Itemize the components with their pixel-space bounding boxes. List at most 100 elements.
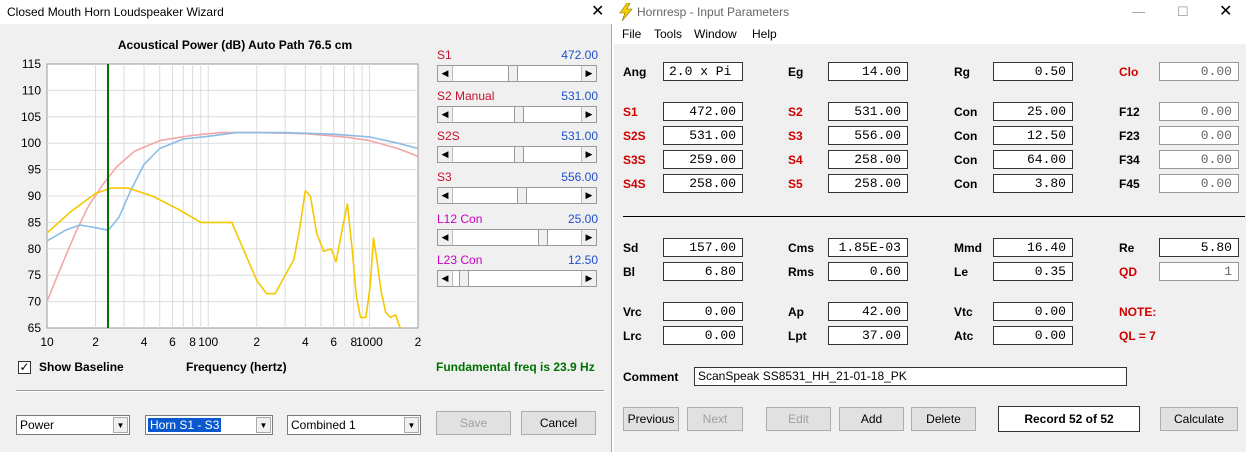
param-label: F34 [1119, 153, 1140, 167]
scroll-left-icon[interactable]: ◀ [438, 230, 453, 245]
slider-value: 556.00 [561, 170, 598, 184]
scroll-left-icon[interactable]: ◀ [438, 66, 453, 81]
param-input[interactable]: 5.80 [1159, 238, 1239, 257]
param-input[interactable]: 259.00 [663, 150, 743, 169]
slider-scrollbar[interactable]: ◀ ▶ [437, 65, 597, 82]
scroll-right-icon[interactable]: ▶ [581, 271, 596, 286]
menu-tools[interactable]: Tools [654, 27, 682, 41]
x-tick-label: 2 [415, 335, 422, 349]
next-button[interactable]: Next [687, 407, 743, 431]
param-input[interactable]: 14.00 [828, 62, 908, 81]
minimize-icon[interactable]: — [1132, 4, 1145, 19]
param-label: F45 [1119, 177, 1140, 191]
param-label: Vtc [954, 305, 973, 319]
slider-scrollbar[interactable]: ◀ ▶ [437, 229, 597, 246]
y-tick-label: 90 [28, 189, 42, 203]
param-input[interactable]: 258.00 [663, 174, 743, 193]
param-input[interactable]: 531.00 [663, 126, 743, 145]
param-input[interactable]: 64.00 [993, 150, 1073, 169]
lightning-bolt-icon [619, 3, 633, 21]
param-input[interactable]: 531.00 [828, 102, 908, 121]
param-input[interactable]: 258.00 [828, 150, 908, 169]
slider-thumb[interactable] [516, 188, 527, 203]
scroll-right-icon[interactable]: ▶ [581, 66, 596, 81]
scroll-left-icon[interactable]: ◀ [438, 107, 453, 122]
slider-thumb[interactable] [514, 147, 525, 162]
param-input[interactable]: 0.00 [1159, 174, 1239, 193]
slider-thumb[interactable] [458, 271, 469, 286]
menu-help[interactable]: Help [752, 27, 777, 41]
param-input[interactable]: 6.80 [663, 262, 743, 281]
param-input[interactable]: 0.00 [663, 326, 743, 345]
param-input[interactable]: 0.35 [993, 262, 1073, 281]
param-input[interactable]: 0.00 [663, 302, 743, 321]
param-input[interactable]: 0.00 [1159, 62, 1239, 81]
maximize-icon[interactable]: ☐ [1177, 4, 1189, 20]
chevron-down-icon[interactable]: ▼ [404, 417, 419, 433]
show-baseline-label: Show Baseline [39, 360, 124, 374]
slider-scrollbar[interactable]: ◀ ▶ [437, 187, 597, 204]
slider-scrollbar[interactable]: ◀ ▶ [437, 270, 597, 287]
param-input[interactable]: 2.0 x Pi [663, 62, 743, 81]
y-tick-label: 105 [21, 110, 41, 124]
combination-select[interactable]: Combined 1 ▼ [287, 415, 421, 435]
param-input[interactable]: 16.40 [993, 238, 1073, 257]
param-input[interactable]: 1 [1159, 262, 1239, 281]
param-label: S1 [623, 105, 638, 119]
param-input[interactable]: 0.00 [993, 302, 1073, 321]
chevron-down-icon[interactable]: ▼ [113, 417, 128, 433]
slider-scrollbar[interactable]: ◀ ▶ [437, 106, 597, 123]
comment-input[interactable]: ScanSpeak SS8531_HH_21-01-18_PK [694, 367, 1127, 386]
scroll-left-icon[interactable]: ◀ [438, 188, 453, 203]
param-input[interactable]: 258.00 [828, 174, 908, 193]
output-type-select[interactable]: Power ▼ [16, 415, 130, 435]
param-input[interactable]: 12.50 [993, 126, 1073, 145]
param-input[interactable]: 556.00 [828, 126, 908, 145]
slider-thumb[interactable] [508, 66, 519, 81]
slider-value: 12.50 [567, 253, 598, 267]
cancel-button[interactable]: Cancel [521, 411, 596, 435]
param-label: Sd [623, 241, 639, 255]
add-button[interactable]: Add [839, 407, 904, 431]
menu-file[interactable]: File [622, 27, 641, 41]
menu-window[interactable]: Window [694, 27, 737, 41]
scroll-right-icon[interactable]: ▶ [581, 230, 596, 245]
param-input[interactable]: 0.00 [1159, 102, 1239, 121]
param-input[interactable]: 0.00 [993, 326, 1073, 345]
scroll-right-icon[interactable]: ▶ [581, 147, 596, 162]
calculate-button[interactable]: Calculate [1160, 407, 1238, 431]
scroll-right-icon[interactable]: ▶ [581, 107, 596, 122]
scroll-left-icon[interactable]: ◀ [438, 147, 453, 162]
slider-scrollbar[interactable]: ◀ ▶ [437, 146, 597, 163]
slider-thumb[interactable] [537, 230, 548, 245]
wizard-close-button[interactable]: ✕ [591, 4, 604, 20]
scroll-right-icon[interactable]: ▶ [581, 188, 596, 203]
previous-button[interactable]: Previous [623, 407, 679, 431]
param-input[interactable]: 1.85E-03 [828, 238, 908, 257]
param-input[interactable]: 0.00 [1159, 150, 1239, 169]
param-label: Clo [1119, 65, 1139, 79]
param-input[interactable]: 0.60 [828, 262, 908, 281]
param-input[interactable]: 472.00 [663, 102, 743, 121]
slider-thumb[interactable] [514, 107, 525, 122]
param-input[interactable]: 42.00 [828, 302, 908, 321]
menu-bar: File Tools Window Help [614, 24, 1246, 44]
x-tick-label: 8 [189, 335, 196, 349]
save-button[interactable]: Save [436, 411, 511, 435]
chevron-down-icon[interactable]: ▼ [256, 417, 271, 433]
horn-segment-select[interactable]: Horn S1 - S3 ▼ [145, 415, 273, 435]
param-label: Con [954, 105, 978, 119]
param-input[interactable]: 157.00 [663, 238, 743, 257]
param-input[interactable]: 25.00 [993, 102, 1073, 121]
checkbox-box[interactable]: ✓ [18, 361, 31, 374]
param-input[interactable]: 0.00 [1159, 126, 1239, 145]
scroll-left-icon[interactable]: ◀ [438, 271, 453, 286]
param-input[interactable]: 0.50 [993, 62, 1073, 81]
delete-button[interactable]: Delete [911, 407, 976, 431]
param-input[interactable]: 37.00 [828, 326, 908, 345]
param-input[interactable]: 3.80 [993, 174, 1073, 193]
edit-button[interactable]: Edit [766, 407, 831, 431]
hornresp-close-button[interactable]: ✕ [1219, 4, 1232, 20]
horn-segment-value: Horn S1 - S3 [148, 418, 222, 432]
fundamental-frequency-text: Fundamental freq is 23.9 Hz [436, 360, 595, 374]
